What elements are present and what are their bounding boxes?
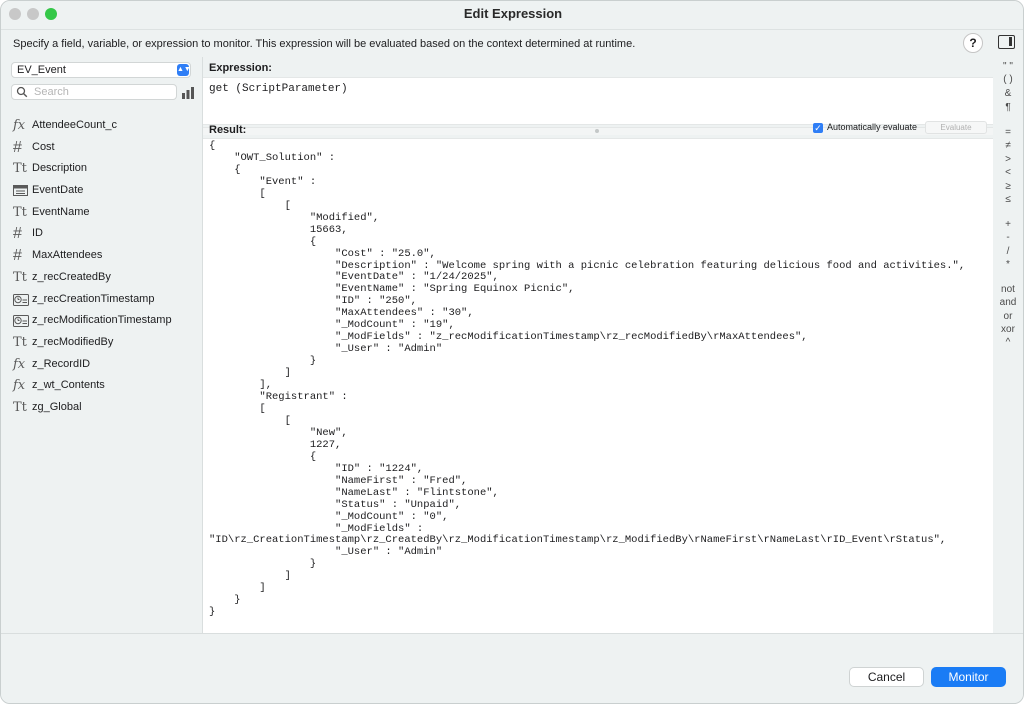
field-name: z_recCreationTimestamp: [32, 292, 155, 305]
operator-parens-button[interactable]: ( ): [993, 74, 1023, 85]
operator-less-button[interactable]: <: [993, 167, 1023, 178]
field-item[interactable]: EventDate: [1, 180, 203, 202]
field-item[interactable]: fx z_RecordID: [1, 354, 203, 376]
edit-expression-dialog: Edit Expression Specify a field, variabl…: [0, 0, 1024, 704]
field-name: AttendeeCount_c: [32, 119, 118, 131]
text-field-icon: Tt: [13, 269, 27, 285]
text-field-icon: Tt: [13, 399, 27, 415]
calculation-icon: fx: [13, 356, 26, 372]
search-icon: [16, 86, 28, 98]
operator-greater-button[interactable]: >: [993, 154, 1023, 165]
window-title: Edit Expression: [463, 6, 563, 21]
result-viewer[interactable]: { "OWT_Solution" : { "Event" : [ [ "Modi…: [203, 138, 993, 633]
expression-editor[interactable]: get (ScriptParameter): [203, 77, 993, 135]
operator-plus-button[interactable]: +: [993, 219, 1023, 230]
operator-not-equals-button[interactable]: ≠: [993, 140, 1023, 151]
expression-label: Expression:: [209, 62, 272, 74]
field-name: Description: [32, 162, 88, 175]
field-item[interactable]: Tt EventName: [1, 202, 203, 224]
context-select-value: EV_Event: [17, 64, 66, 76]
field-name: EventName: [32, 205, 90, 218]
operator-xor-button[interactable]: xor: [993, 324, 1023, 335]
title-bar: Edit Expression: [1, 1, 1023, 27]
calculation-icon: fx: [13, 378, 26, 394]
main-editor: Expression: get (ScriptParameter) Result…: [203, 57, 993, 633]
timestamp-field-icon: [13, 289, 31, 311]
field-item[interactable]: # MaxAttendees: [1, 245, 203, 267]
field-sidebar: EV_Event ▲▼ fx AttendeeCount_c # Cost: [1, 57, 203, 633]
help-button[interactable]: ?: [963, 33, 983, 53]
text-field-icon: Tt: [13, 161, 27, 177]
calculation-icon: fx: [13, 118, 26, 133]
operator-palette: " " ( ) & ¶ = ≠ > < ≥ ≤ + - / * not and …: [993, 57, 1023, 633]
field-item[interactable]: fx z_wt_Contents: [1, 375, 203, 397]
operator-concat-button[interactable]: &: [993, 88, 1023, 99]
field-item[interactable]: Tt zg_Global: [1, 397, 203, 419]
zoom-window-button[interactable]: [45, 8, 57, 20]
field-item[interactable]: Tt z_recModifiedBy: [1, 332, 203, 354]
operator-equals-button[interactable]: =: [993, 127, 1023, 138]
operator-not-button[interactable]: not: [993, 284, 1023, 295]
cancel-button[interactable]: Cancel: [849, 667, 924, 687]
field-name: zg_Global: [32, 400, 82, 413]
number-field-icon: #: [13, 225, 22, 243]
operator-or-button[interactable]: or: [993, 311, 1023, 322]
auto-evaluate-checkbox[interactable]: ✓ Automatically evaluate: [813, 122, 917, 133]
dialog-footer: Cancel Monitor: [1, 633, 1023, 703]
description-text: Specify a field, variable, or expression…: [13, 38, 636, 50]
field-item[interactable]: z_recCreationTimestamp: [1, 289, 203, 311]
checkmark-icon: ✓: [813, 123, 823, 133]
field-name: z_recCreatedBy: [32, 270, 111, 283]
field-name: Cost: [32, 140, 55, 153]
auto-evaluate-label: Automatically evaluate: [827, 122, 918, 132]
operator-less-equal-button[interactable]: ≤: [993, 194, 1023, 205]
field-item[interactable]: # Cost: [1, 137, 203, 159]
field-name: ID: [32, 227, 43, 240]
sidebar-toggle-icon[interactable]: [998, 35, 1015, 49]
field-item[interactable]: fx AttendeeCount_c: [1, 115, 203, 137]
field-name: z_recModificationTimestamp: [32, 314, 172, 327]
operator-greater-equal-button[interactable]: ≥: [993, 181, 1023, 192]
search-input[interactable]: [34, 85, 172, 99]
text-field-icon: Tt: [13, 204, 27, 220]
operator-multiply-button[interactable]: *: [993, 259, 1023, 270]
search-field[interactable]: [11, 84, 177, 100]
field-item[interactable]: z_recModificationTimestamp: [1, 310, 203, 332]
close-window-button[interactable]: [9, 8, 21, 20]
field-name: z_recModifiedBy: [32, 335, 114, 348]
field-name: z_wt_Contents: [32, 379, 105, 392]
number-field-icon: #: [13, 138, 22, 156]
sort-bars-icon[interactable]: [181, 86, 195, 99]
chevron-updown-icon: ▲▼: [177, 64, 191, 76]
result-text: { "OWT_Solution" : { "Event" : [ [ "Modi…: [209, 140, 966, 619]
result-label: Result:: [209, 124, 247, 136]
field-list: fx AttendeeCount_c # Cost Tt Description…: [1, 115, 203, 419]
operator-pilcrow-button[interactable]: ¶: [993, 102, 1023, 113]
operator-divide-button[interactable]: /: [993, 246, 1023, 257]
evaluate-button[interactable]: Evaluate: [925, 121, 987, 134]
field-item[interactable]: Tt Description: [1, 158, 203, 180]
field-name: EventDate: [32, 184, 84, 197]
field-item[interactable]: Tt z_recCreatedBy: [1, 267, 203, 289]
expression-text: get (ScriptParameter): [209, 83, 348, 95]
field-name: MaxAttendees: [32, 249, 103, 262]
number-field-icon: #: [13, 247, 22, 265]
date-field-icon: [13, 180, 31, 202]
description-bar: Specify a field, variable, or expression…: [1, 29, 1023, 57]
timestamp-field-icon: [13, 310, 31, 332]
minimize-window-button[interactable]: [27, 8, 39, 20]
operator-quotes-button[interactable]: " ": [993, 61, 1023, 72]
field-item[interactable]: # ID: [1, 223, 203, 245]
field-name: z_RecordID: [32, 357, 91, 370]
monitor-button[interactable]: Monitor: [931, 667, 1006, 687]
operator-and-button[interactable]: and: [993, 297, 1023, 308]
text-field-icon: Tt: [13, 334, 27, 350]
context-select[interactable]: EV_Event ▲▼: [11, 62, 191, 78]
operator-minus-button[interactable]: -: [993, 232, 1023, 243]
operator-power-button[interactable]: ^: [993, 337, 1023, 348]
